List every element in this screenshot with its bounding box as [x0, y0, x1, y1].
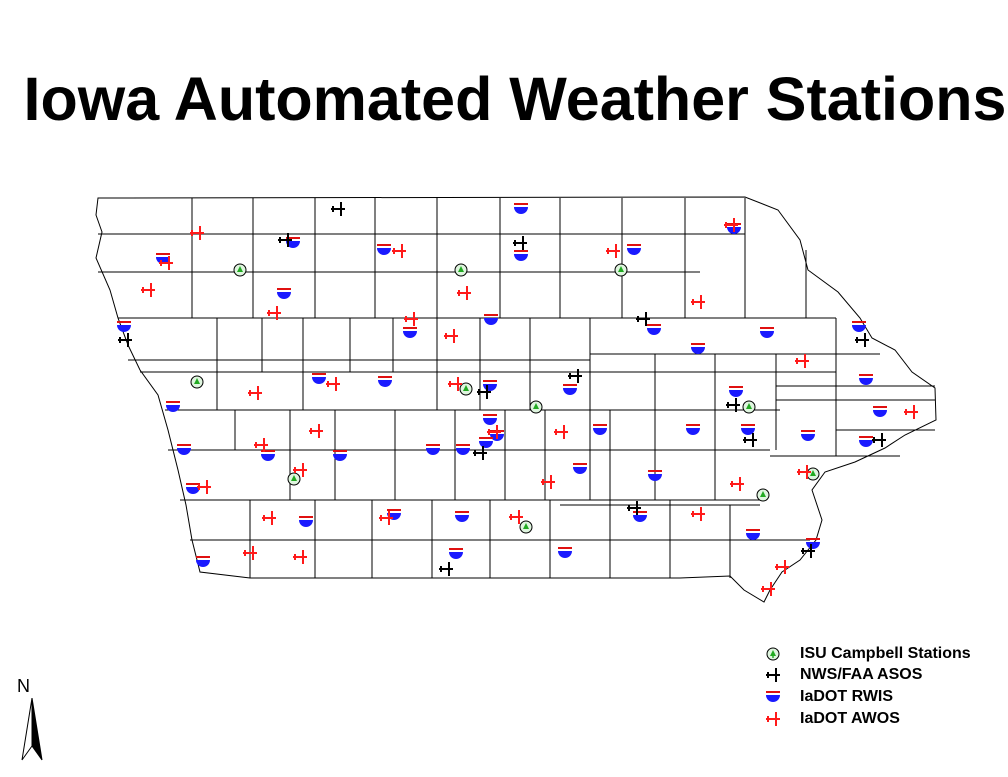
rwis-station-marker: [873, 406, 887, 417]
rwis-station-marker: [746, 529, 760, 540]
rwis-station-marker: [558, 547, 572, 558]
black-airplane-icon: [766, 668, 780, 682]
north-arrow-icon: [21, 698, 43, 761]
campbell-station-marker: [519, 520, 533, 534]
rwis-station-marker: [563, 384, 577, 395]
campbell-station-marker: [742, 400, 756, 414]
campbell-station-marker: [614, 263, 628, 277]
legend-item-rwis: IaDOT RWIS: [762, 686, 893, 708]
awos-station-marker: [509, 510, 523, 524]
rwis-station-marker: [299, 516, 313, 527]
rwis-station-marker: [686, 424, 700, 435]
campbell-station-marker: [190, 375, 204, 389]
rwis-station-marker: [627, 244, 641, 255]
rwis-station-marker: [514, 250, 528, 261]
red-airplane-icon: [766, 712, 780, 726]
rwis-station-marker: [177, 444, 191, 455]
rwis-station-marker: [312, 373, 326, 384]
asos-station-marker: [331, 202, 345, 216]
asos-station-marker: [568, 369, 582, 383]
legend-item-awos: IaDOT AWOS: [762, 708, 900, 730]
awos-station-marker: [606, 244, 620, 258]
rwis-station-marker: [479, 437, 493, 448]
rwis-station-marker: [377, 244, 391, 255]
asos-station-marker: [743, 433, 757, 447]
awos-station-marker: [293, 550, 307, 564]
awos-station-marker: [795, 354, 809, 368]
rwis-station-marker: [691, 343, 705, 354]
awos-station-marker: [392, 244, 406, 258]
asos-station-marker: [872, 433, 886, 447]
rwis-station-marker: [484, 314, 498, 325]
awos-station-marker: [404, 312, 418, 326]
rwis-station-marker: [514, 203, 528, 214]
rwis-station-marker: [633, 511, 647, 522]
campbell-station-marker: [287, 472, 301, 486]
awos-station-marker: [197, 480, 211, 494]
campbell-station-marker: [756, 488, 770, 502]
north-label: N: [17, 676, 30, 696]
rwis-station-marker: [456, 444, 470, 455]
asos-station-marker: [513, 236, 527, 250]
awos-station-marker: [262, 511, 276, 525]
asos-station-marker: [473, 446, 487, 460]
campbell-station-marker: [806, 467, 820, 481]
awos-station-marker: [457, 286, 471, 300]
legend-item-campbell: ISU Campbell Stations: [762, 643, 971, 665]
asos-station-marker: [636, 312, 650, 326]
awos-station-marker: [326, 377, 340, 391]
rwis-station-marker: [483, 414, 497, 425]
awos-station-marker: [541, 475, 555, 489]
rwis-station-marker: [426, 444, 440, 455]
rwis-station-marker: [455, 511, 469, 522]
awos-station-marker: [309, 424, 323, 438]
rwis-station-marker: [403, 327, 417, 338]
rwis-station-marker: [449, 548, 463, 559]
blue-half-disc-icon: [766, 691, 780, 702]
awos-station-marker: [444, 329, 458, 343]
legend-label-rwis: IaDOT RWIS: [800, 688, 894, 705]
legend-item-asos: NWS/FAA ASOS: [762, 664, 922, 686]
rwis-station-marker: [483, 380, 497, 391]
rwis-station-marker: [859, 374, 873, 385]
rwis-station-marker: [277, 288, 291, 299]
campbell-station-marker: [454, 263, 468, 277]
rwis-station-marker: [760, 327, 774, 338]
awos-station-marker: [141, 283, 155, 297]
awos-station-marker: [904, 405, 918, 419]
awos-station-marker: [554, 425, 568, 439]
awos-station-marker: [691, 507, 705, 521]
asos-station-marker: [118, 333, 132, 347]
awos-station-marker: [730, 477, 744, 491]
legend-label-campbell: ISU Campbell Stations: [800, 645, 971, 662]
rwis-station-marker: [573, 463, 587, 474]
campbell-station-marker: [233, 263, 247, 277]
tree-circle-icon: [766, 647, 780, 661]
asos-station-marker: [439, 562, 453, 576]
rwis-station-marker: [378, 376, 392, 387]
rwis-station-marker: [647, 324, 661, 335]
campbell-station-marker: [529, 400, 543, 414]
rwis-station-marker: [117, 321, 131, 332]
legend-label-awos: IaDOT AWOS: [800, 710, 900, 727]
asos-station-marker: [855, 333, 869, 347]
awos-station-marker: [248, 386, 262, 400]
rwis-station-marker: [859, 436, 873, 447]
awos-station-marker: [691, 295, 705, 309]
rwis-station-marker: [801, 430, 815, 441]
rwis-station-marker: [806, 538, 820, 549]
rwis-station-marker: [186, 483, 200, 494]
rwis-station-marker: [729, 386, 743, 397]
rwis-station-marker: [648, 470, 662, 481]
rwis-station-marker: [852, 321, 866, 332]
rwis-station-marker: [593, 424, 607, 435]
legend-label-asos: NWS/FAA ASOS: [800, 666, 923, 683]
